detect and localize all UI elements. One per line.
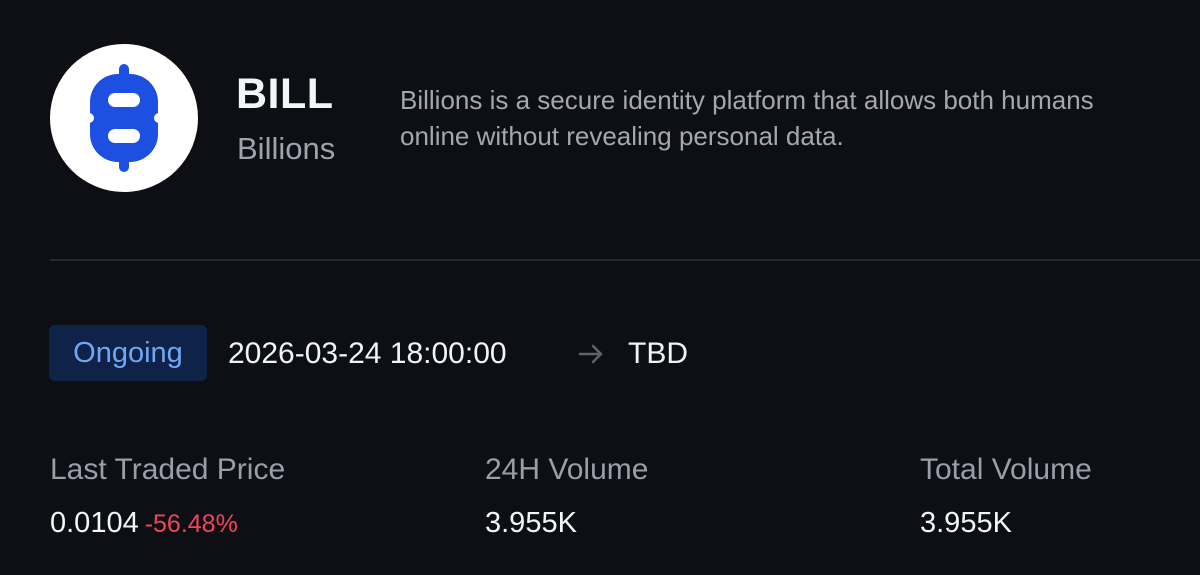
description-line: online without revealing personal data.	[400, 121, 844, 151]
token-name: Billions	[237, 131, 336, 166]
total-volume-label: Total Volume	[920, 453, 1092, 486]
arrow-right-icon	[578, 344, 603, 364]
volume-24h-label: 24H Volume	[485, 453, 649, 486]
last-traded-price-label: Last Traded Price	[50, 453, 286, 486]
start-datetime: 2026-03-24 18:00:00	[228, 337, 507, 370]
volume-24h-value: 3.955K	[485, 507, 577, 539]
price-value: 0.0104	[50, 507, 139, 539]
section-divider	[50, 259, 1200, 261]
total-volume-value: 3.955K	[920, 507, 1012, 539]
end-datetime: TBD	[628, 337, 688, 370]
billions-logo-icon	[50, 44, 198, 192]
token-ticker: BILL	[236, 70, 334, 118]
price-change: -56.48%	[144, 510, 238, 538]
status-badge: Ongoing	[49, 325, 207, 381]
token-detail-page: BILL Billions Billions is a secure ident…	[0, 0, 1200, 575]
token-description: Billions is a secure identity platform t…	[400, 82, 1200, 154]
last-traded-price-value: 0.0104 -56.48%	[50, 505, 238, 542]
description-line: Billions is a secure identity platform t…	[400, 85, 1094, 115]
